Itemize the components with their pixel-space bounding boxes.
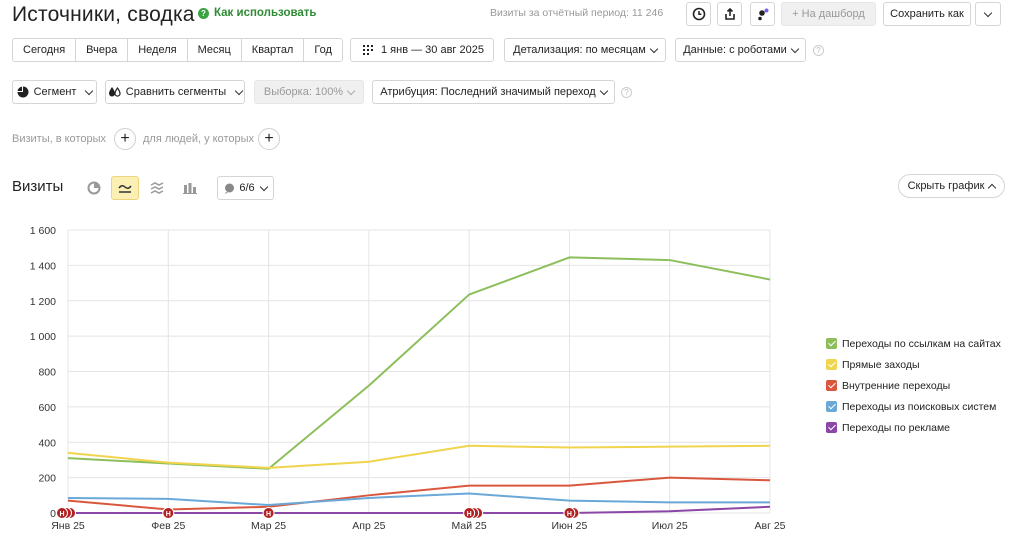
x-tick-label: Июл 25 xyxy=(652,520,688,532)
y-tick-label: 800 xyxy=(38,367,56,379)
annotation-marker-label: Н xyxy=(166,511,171,518)
legend-item[interactable]: Переходы из поисковых систем xyxy=(826,396,1001,417)
legend-item[interactable]: Прямые заходы xyxy=(826,354,1001,375)
legend-label: Внутренние переходы xyxy=(842,379,951,392)
y-tick-label: 0 xyxy=(50,508,56,520)
x-tick-label: Фев 25 xyxy=(151,520,185,532)
legend-item[interactable]: Переходы по ссылкам на сайтах xyxy=(826,333,1001,354)
visits-line-chart: 0 200 400 600 800 1 000 1 200 1 400 1 600 Янв 25 Ф… xyxy=(30,225,786,532)
x-tick-label: Янв 25 xyxy=(51,520,85,532)
checkbox-icon[interactable] xyxy=(826,338,837,349)
x-tick-label: Авг 25 xyxy=(754,520,785,532)
annotation-marker-label: Н xyxy=(266,511,271,518)
legend-label: Переходы по ссылкам на сайтах xyxy=(842,337,1001,350)
legend-label: Переходы по рекламе xyxy=(842,421,951,434)
checkbox-icon[interactable] xyxy=(826,380,837,391)
y-tick-label: 1 400 xyxy=(30,260,56,272)
x-tick-label: Мар 25 xyxy=(251,520,286,532)
series-line xyxy=(67,492,770,507)
y-tick-label: 1 600 xyxy=(30,225,56,237)
y-tick-label: 1 200 xyxy=(30,296,56,308)
checkbox-icon[interactable] xyxy=(826,422,837,433)
legend-label: Переходы из поисковых систем xyxy=(842,400,997,413)
legend-label: Прямые заходы xyxy=(842,358,920,371)
x-tick-label: Апр 25 xyxy=(352,520,385,532)
annotation-marker-label: Н xyxy=(567,511,572,518)
legend-item[interactable]: Переходы по рекламе xyxy=(826,417,1001,438)
series-line xyxy=(67,256,771,470)
x-tick-label: Май 25 xyxy=(452,520,487,532)
legend-item[interactable]: Внутренние переходы xyxy=(826,375,1001,396)
annotation-marker-label: Н xyxy=(59,511,64,518)
annotation-marker-label: Н xyxy=(467,511,472,518)
y-tick-label: 200 xyxy=(38,473,56,485)
checkbox-icon[interactable] xyxy=(826,359,837,370)
y-tick-label: 600 xyxy=(38,402,56,414)
chart-legend: Переходы по ссылкам на сайтах Прямые захо… xyxy=(826,333,1001,438)
y-tick-label: 1 000 xyxy=(30,331,56,343)
series-line xyxy=(67,476,771,511)
y-tick-label: 400 xyxy=(38,437,56,449)
x-tick-label: Июн 25 xyxy=(552,520,588,532)
checkbox-icon[interactable] xyxy=(826,401,837,412)
